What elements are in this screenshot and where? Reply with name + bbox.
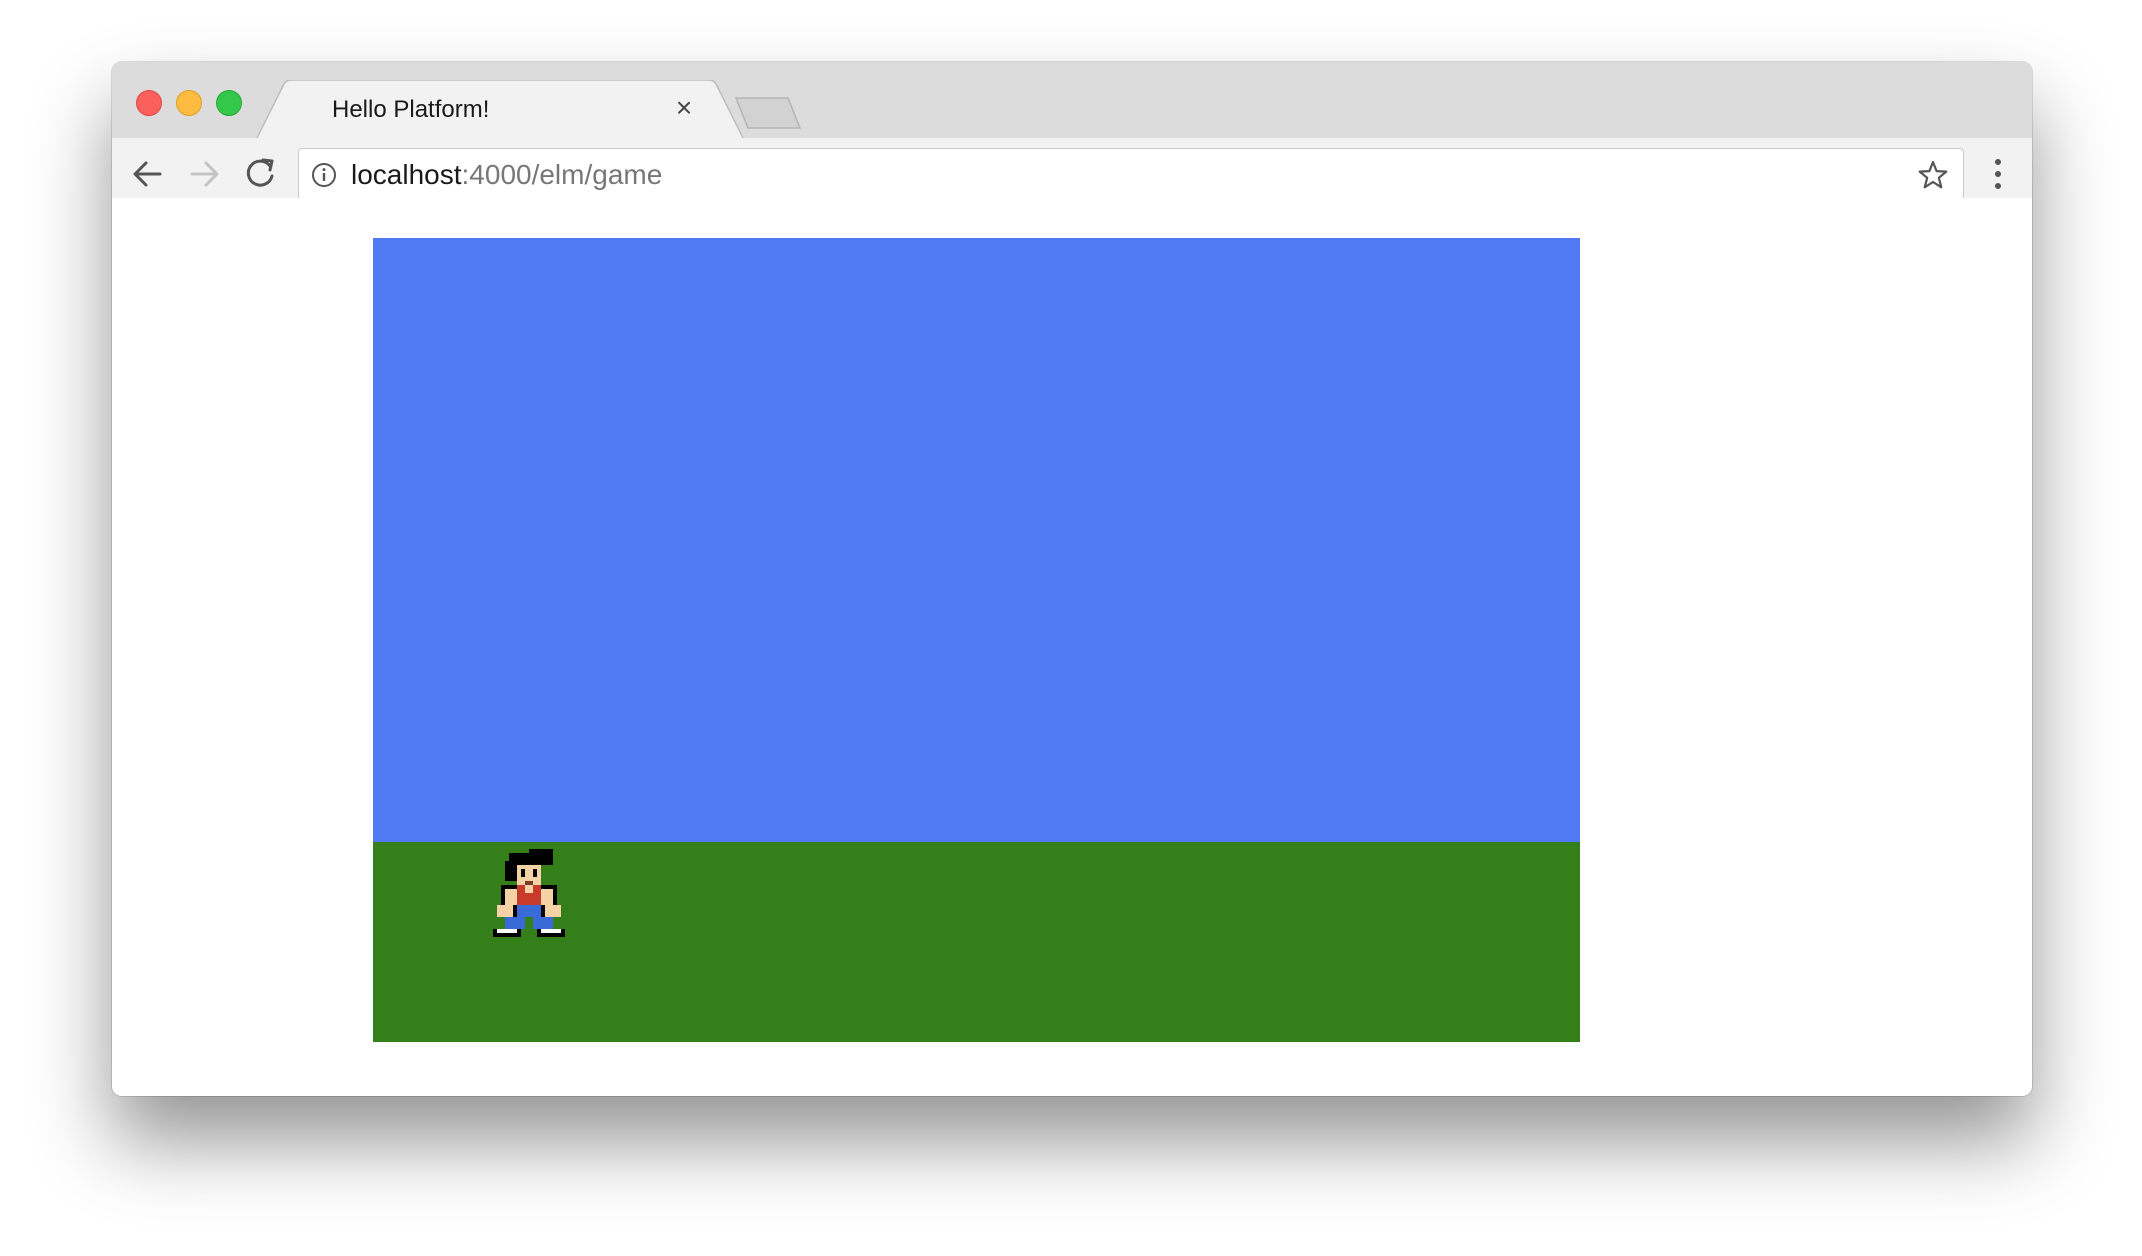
star-icon[interactable] (1917, 159, 1949, 191)
player-sprite (493, 849, 565, 937)
tab-close-icon[interactable]: × (668, 92, 700, 124)
tab-hello-platform[interactable]: Hello Platform! × (256, 80, 756, 140)
address-bar[interactable]: localhost:4000/elm/game (298, 148, 1964, 200)
new-tab-button[interactable] (734, 96, 802, 130)
tab-strip: Hello Platform! × (112, 62, 2032, 140)
window-maximize-button[interactable] (216, 90, 242, 116)
window-close-button[interactable] (136, 90, 162, 116)
window-minimize-button[interactable] (176, 90, 202, 116)
url-path: :4000/elm/game (461, 159, 663, 190)
game-sky (373, 238, 1580, 842)
reload-button[interactable] (238, 152, 282, 196)
game-canvas[interactable] (373, 238, 1580, 1042)
kebab-menu-icon[interactable] (1986, 152, 2010, 196)
tab-title: Hello Platform! (332, 96, 490, 123)
browser-window: Hello Platform! × localhost:4000/elm/gam… (112, 62, 2032, 1096)
info-icon[interactable] (311, 162, 337, 188)
url-host: localhost (351, 159, 462, 190)
new-tab-icon (734, 97, 802, 129)
url-text[interactable]: localhost:4000/elm/game (351, 160, 662, 190)
forward-button[interactable] (182, 152, 226, 196)
page-viewport (112, 198, 2032, 1096)
reload-icon (246, 158, 274, 187)
arrow-left-icon (133, 161, 162, 187)
back-button[interactable] (126, 152, 170, 196)
arrow-right-icon (190, 161, 219, 187)
